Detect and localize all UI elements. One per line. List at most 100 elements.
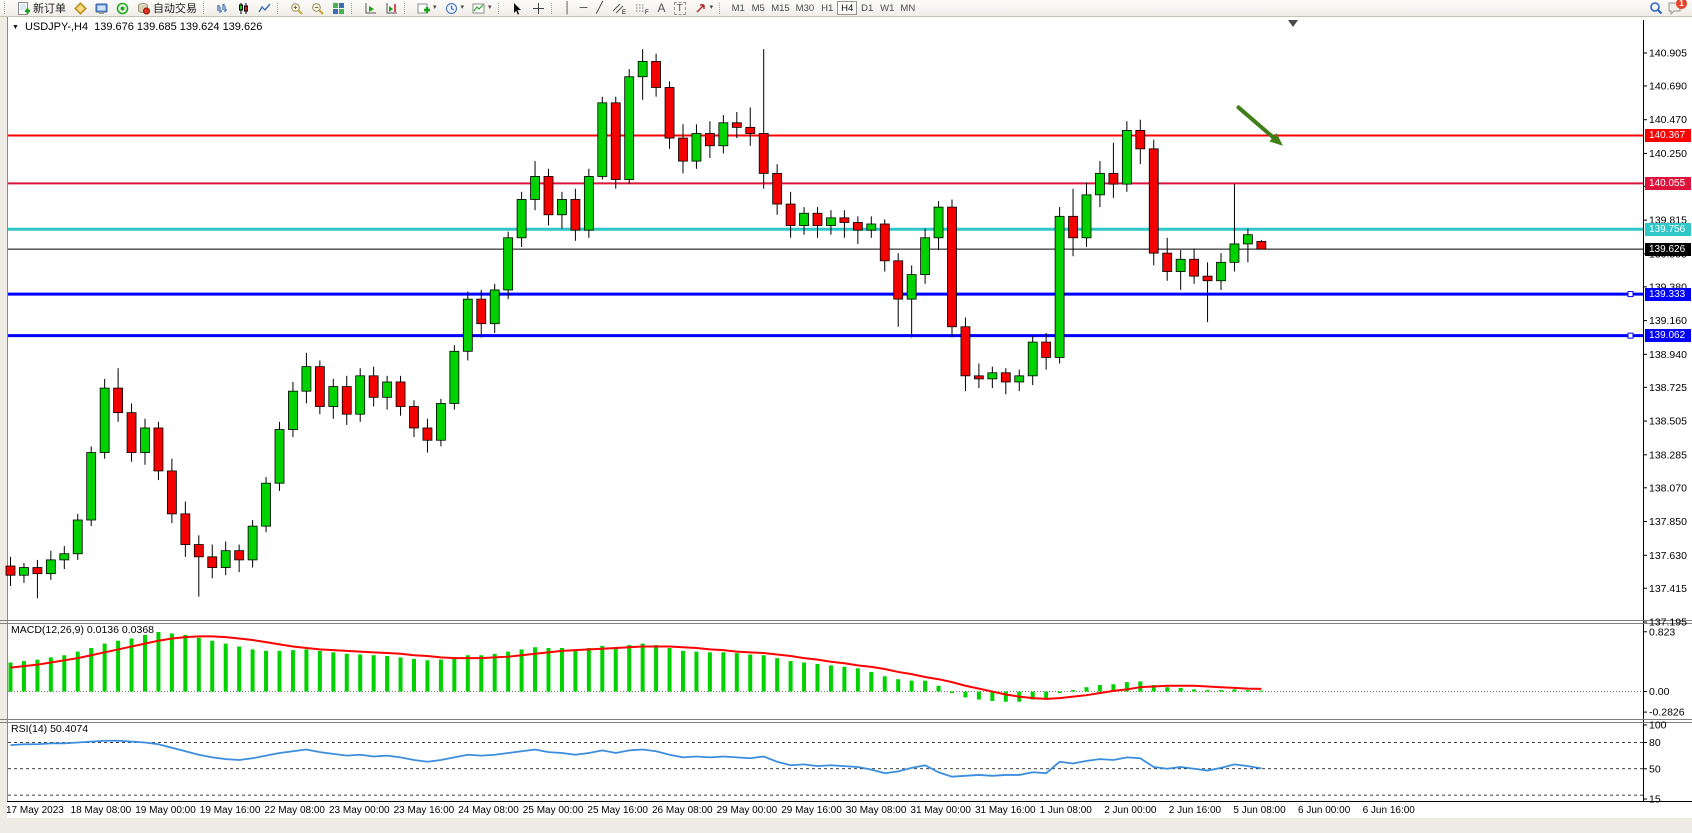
macd-tick-label: 0.823 (1649, 626, 1675, 638)
price-tick-label: 139.160 (1649, 315, 1687, 327)
zoom-in-icon (290, 2, 303, 15)
text-label-button[interactable]: T (670, 1, 690, 15)
terminal-icon (95, 2, 108, 15)
timeframe-d1-button[interactable]: D1 (857, 1, 877, 15)
notifications-button[interactable]: 1 (1667, 1, 1682, 15)
chart-menu-triangle-icon[interactable]: ▼ (12, 24, 19, 31)
price-tick-label: 137.850 (1649, 516, 1687, 528)
text-icon: A (658, 2, 666, 15)
auto-trading-label: 自动交易 (153, 0, 197, 16)
timeframe-m15-button[interactable]: M15 (768, 1, 792, 15)
tile-windows-icon (332, 2, 345, 15)
time-tick-label: 23 May 00:00 (329, 805, 390, 816)
bar-chart-button[interactable] (212, 1, 233, 15)
timeframe-h4-button[interactable]: H4 (837, 1, 857, 15)
clock-icon (445, 2, 458, 15)
time-tick-label: 30 May 08:00 (846, 805, 907, 816)
signals-button[interactable] (112, 1, 133, 15)
price-tag-support-1: 139.333 (1645, 288, 1691, 301)
chart-title: ▼ USDJPY-,H4 139.676 139.685 139.624 139… (12, 21, 262, 33)
timeframe-m30-button[interactable]: M30 (793, 1, 817, 15)
time-tick-label: 19 May 00:00 (135, 805, 196, 816)
zoom-in-button[interactable] (286, 1, 307, 15)
new-order-label: 新订单 (33, 0, 66, 16)
signals-icon (116, 2, 129, 15)
rsi-tick-label: 50 (1649, 763, 1661, 775)
current-price-tag: 139.626 (1645, 243, 1691, 256)
timeframe-h1-button[interactable]: H1 (817, 1, 837, 15)
equidistant-channel-button[interactable]: E (608, 1, 631, 15)
toolbar-grip (203, 3, 209, 14)
chevron-down-icon: ▾ (710, 1, 714, 15)
price-tag-pivot: 139.756 (1645, 223, 1691, 236)
timeframe-mn-button[interactable]: MN (897, 1, 918, 15)
bar-chart-icon (216, 2, 229, 15)
cursor-button[interactable] (507, 1, 528, 15)
notification-badge: 1 (1676, 0, 1687, 9)
candlestick-chart-button[interactable] (233, 1, 254, 15)
svg-text:E: E (622, 10, 626, 15)
template-chart-icon (472, 2, 485, 15)
price-tag-resistance-1: 140.367 (1645, 129, 1691, 142)
price-tick-label: 140.470 (1649, 114, 1687, 126)
price-tick-label: 140.250 (1649, 148, 1687, 160)
time-axis: 17 May 202318 May 08:0019 May 00:0019 Ma… (6, 805, 1415, 816)
macd-tick-label: -0.2826 (1649, 707, 1685, 719)
zoom-out-button[interactable] (307, 1, 328, 15)
rsi-tick-label: 15 (1649, 794, 1661, 806)
timeframe-w1-button[interactable]: W1 (877, 1, 897, 15)
chart-shift-button[interactable] (381, 1, 402, 15)
candlestick-chart[interactable]: 140.905140.690140.470140.250140.035139.8… (0, 0, 1692, 833)
zoom-out-icon (311, 2, 324, 15)
line-chart-button[interactable] (254, 1, 275, 15)
templates-button[interactable]: ▾ (468, 1, 496, 15)
arrows-icon (694, 2, 707, 15)
macd-tick-label: 0.00 (1649, 686, 1670, 698)
indicators-plus-icon (417, 2, 430, 15)
chevron-down-icon: ▾ (461, 1, 465, 15)
metaeditor-button[interactable] (70, 1, 91, 15)
auto-scroll-icon (364, 2, 377, 15)
vertical-line-button[interactable]: │ (560, 1, 576, 15)
time-tick-label: 17 May 2023 (6, 805, 64, 816)
auto-trading-button[interactable]: 自动交易 (133, 1, 201, 15)
fibonacci-button[interactable]: F (631, 1, 654, 15)
toolbar-grip (351, 3, 357, 14)
periods-button[interactable]: ▾ (441, 1, 469, 15)
crosshair-button[interactable] (528, 1, 549, 15)
new-order-button[interactable]: 新订单 (13, 1, 70, 15)
equidistant-channel-icon: E (612, 2, 627, 15)
auto-scroll-button[interactable] (360, 1, 381, 15)
line-handle[interactable] (1628, 333, 1633, 338)
horizontal-line-icon: ─ (580, 2, 588, 15)
horizontal-line-button[interactable]: ─ (576, 1, 592, 15)
time-tick-label: 25 May 16:00 (587, 805, 648, 816)
price-tick-label: 138.940 (1649, 349, 1687, 361)
tile-windows-button[interactable] (328, 1, 349, 15)
price-tick-label: 138.070 (1649, 482, 1687, 494)
cursor-arrow-icon (511, 2, 524, 15)
toolbar-grip (551, 3, 557, 14)
price-tick-label: 140.905 (1649, 47, 1687, 59)
price-tick-label: 138.285 (1649, 449, 1687, 461)
chart-ohlc-values: 139.676 139.685 139.624 139.626 (94, 21, 262, 33)
line-handle[interactable] (1628, 292, 1633, 297)
text-button[interactable]: A (654, 1, 670, 15)
rsi-label: RSI(14) 50.4074 (11, 723, 88, 735)
market-watch-button[interactable] (91, 1, 112, 15)
price-tag-support-2: 139.062 (1645, 329, 1691, 342)
timeframe-m1-button[interactable]: M1 (728, 1, 748, 15)
timeframe-m5-button[interactable]: M5 (748, 1, 768, 15)
trendline-button[interactable]: ╱ (592, 1, 608, 15)
price-tick-label: 140.690 (1649, 80, 1687, 92)
time-tick-label: 31 May 16:00 (975, 805, 1036, 816)
time-tick-label: 31 May 00:00 (910, 805, 971, 816)
arrows-button[interactable]: ▾ (690, 1, 718, 15)
price-tick-label: 138.725 (1649, 382, 1687, 394)
search-button[interactable] (1645, 1, 1667, 15)
toolbar-grip (404, 3, 410, 14)
toolbar-grip (4, 3, 10, 14)
indicators-button[interactable]: ▾ (413, 1, 441, 15)
time-tick-label: 25 May 00:00 (523, 805, 584, 816)
price-tick-label: 137.630 (1649, 550, 1687, 562)
